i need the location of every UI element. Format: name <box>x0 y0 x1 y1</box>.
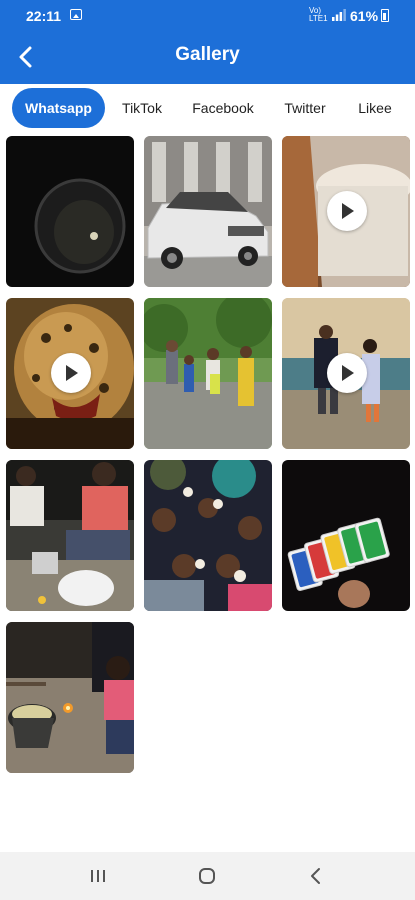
battery-icon <box>381 9 389 22</box>
system-nav-bar <box>0 852 415 900</box>
clock: 22:11 <box>26 8 62 24</box>
gallery-item[interactable] <box>6 622 134 773</box>
tab-tiktok[interactable]: TikTok <box>113 88 171 128</box>
tab-twitter[interactable]: Twitter <box>276 88 334 128</box>
gallery-item[interactable] <box>6 136 134 287</box>
play-icon <box>327 353 367 393</box>
back-icon[interactable] <box>304 864 328 888</box>
recents-icon[interactable] <box>86 864 110 888</box>
gallery-item[interactable] <box>144 136 272 287</box>
status-bar: 22:11 Vo) LTE1 61% <box>0 0 415 30</box>
photo-thumbnail <box>6 460 134 611</box>
photo-thumbnail <box>6 136 134 287</box>
tab-facebook[interactable]: Facebook <box>185 88 261 128</box>
photo-thumbnail <box>144 136 272 287</box>
image-notification-icon <box>70 9 82 20</box>
gallery-item[interactable] <box>282 136 410 287</box>
home-icon[interactable] <box>195 864 219 888</box>
gallery-item[interactable] <box>282 298 410 449</box>
photo-thumbnail <box>6 622 134 773</box>
battery-percent: 61% <box>350 8 379 24</box>
source-tabs: Whatsapp TikTok Facebook Twitter Likee <box>0 84 415 132</box>
gallery-item[interactable] <box>6 298 134 449</box>
photo-thumbnail <box>144 460 272 611</box>
tab-whatsapp[interactable]: Whatsapp <box>12 88 105 128</box>
photo-thumbnail <box>282 460 410 611</box>
play-icon <box>51 353 91 393</box>
gallery-item[interactable] <box>6 460 134 611</box>
net-label-bottom: LTE1 <box>309 14 328 23</box>
gallery-item[interactable] <box>144 298 272 449</box>
signal-icon <box>332 9 346 21</box>
photo-thumbnail <box>144 298 272 449</box>
gallery-item[interactable] <box>144 460 272 611</box>
play-icon <box>327 191 367 231</box>
network-type-label: Vo) LTE1 <box>309 7 328 23</box>
app-bar: Gallery <box>0 30 415 84</box>
page-title: Gallery <box>175 44 240 65</box>
gallery-item[interactable] <box>282 460 410 611</box>
tab-likee[interactable]: Likee <box>350 88 400 128</box>
